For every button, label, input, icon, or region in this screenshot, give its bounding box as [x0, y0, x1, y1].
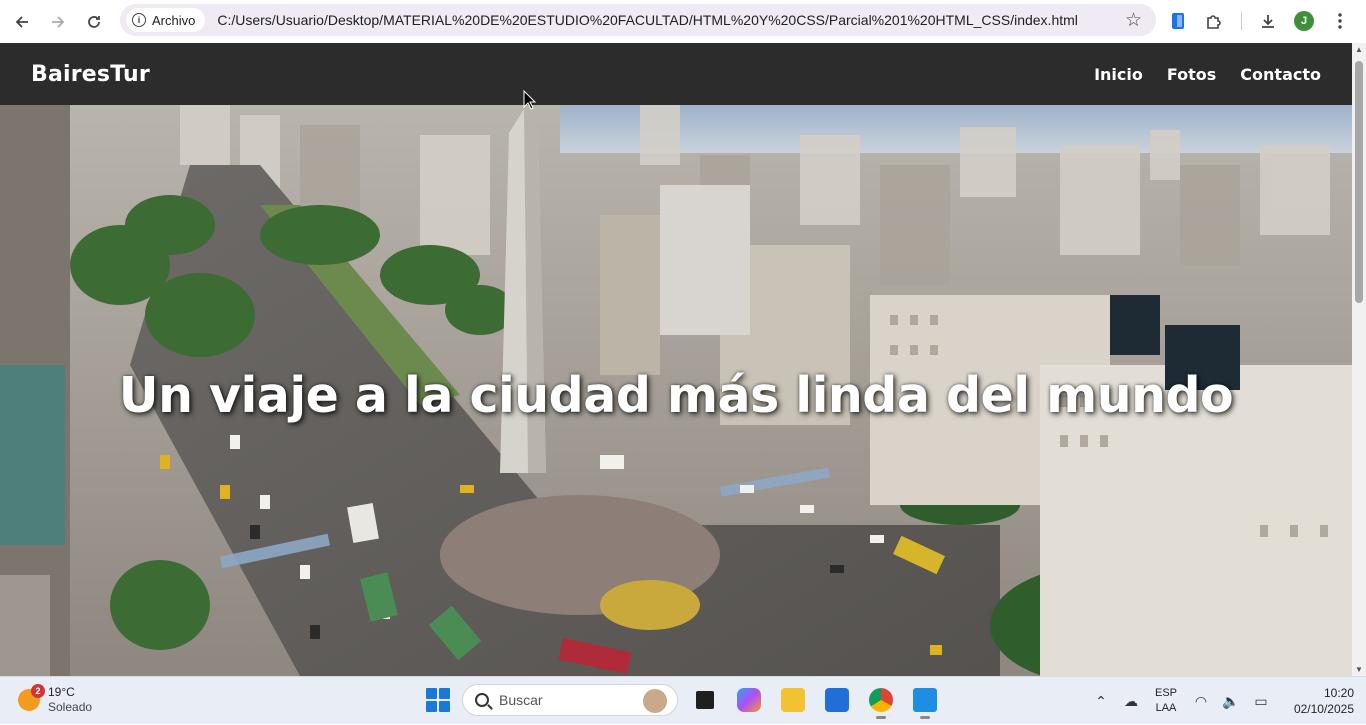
system-tray: ⌃ ☁ ESP LAA ◠ 🔈 ▭ 10:20 02/10/2025: [1086, 677, 1366, 725]
info-icon: i: [132, 13, 146, 27]
language-primary: ESP: [1154, 687, 1177, 699]
site-info-label: Archivo: [152, 12, 196, 28]
file-explorer-button[interactable]: [776, 683, 810, 717]
weather-description: Soleado: [48, 700, 93, 714]
weather-widget[interactable]: 2 19°C Soleado: [18, 684, 93, 715]
clock-date: 02/10/2025: [1293, 702, 1354, 716]
browser-menu-button[interactable]: [1322, 6, 1358, 36]
download-icon: [1262, 15, 1274, 28]
browser-actions: J: [1160, 6, 1358, 36]
url-text[interactable]: C:/Users/Usuario/Desktop/MATERIAL%20DE%2…: [217, 12, 1078, 28]
chrome-icon: [869, 688, 893, 712]
scrollbar-thumb[interactable]: [1355, 61, 1363, 303]
weather-temperature: 19°C: [48, 685, 75, 699]
nav-link-fotos[interactable]: Fotos: [1167, 65, 1216, 84]
wifi-icon[interactable]: ◠: [1186, 693, 1216, 710]
scroll-down-arrow-icon[interactable]: ▼: [1355, 665, 1363, 674]
nav-link-contacto[interactable]: Contacto: [1240, 65, 1321, 84]
site-info-chip[interactable]: i Archivo: [126, 8, 206, 32]
running-indicator: [920, 716, 930, 719]
page-viewport: BairesTur Inicio Fotos Contacto Un viaje…: [0, 43, 1352, 676]
reload-icon: [88, 15, 100, 28]
bookmark-star-icon[interactable]: ☆: [1125, 9, 1142, 32]
battery-icon[interactable]: ▭: [1246, 693, 1276, 710]
main-nav: Inicio Fotos Contacto: [1094, 65, 1321, 84]
back-button[interactable]: [4, 4, 40, 40]
store-icon: [825, 688, 849, 712]
onedrive-cloud-icon[interactable]: ☁: [1116, 693, 1146, 710]
brand-logo[interactable]: BairesTur: [31, 62, 150, 87]
system-clock[interactable]: 10:20 02/10/2025: [1276, 685, 1366, 717]
puzzle-icon: [1207, 15, 1221, 29]
taskbar-search-placeholder: Buscar: [499, 692, 543, 708]
profile-button[interactable]: J: [1286, 6, 1322, 36]
kebab-menu-icon: [1338, 13, 1342, 29]
hero-section: Un viaje a la ciudad más linda del mundo: [0, 105, 1352, 676]
reload-button[interactable]: [76, 4, 112, 40]
search-icon: [475, 693, 489, 707]
site-header: BairesTur Inicio Fotos Contacto: [0, 43, 1352, 105]
copilot-icon: [737, 688, 761, 712]
show-hidden-icons-chevron-icon[interactable]: ⌃: [1086, 693, 1116, 710]
toolbar-divider: [1232, 6, 1250, 36]
task-view-button[interactable]: [688, 683, 722, 717]
weather-notification-badge: 2: [31, 684, 45, 698]
reading-mode-icon: [1172, 13, 1184, 29]
forward-button[interactable]: [40, 4, 76, 40]
windows-start-icon[interactable]: [424, 686, 452, 714]
downloads-button[interactable]: [1250, 6, 1286, 36]
language-secondary: LAA: [1155, 702, 1177, 714]
input-language[interactable]: ESP LAA: [1146, 686, 1186, 716]
hero-title: Un viaje a la ciudad más linda del mundo: [118, 367, 1234, 424]
taskbar-search[interactable]: Buscar: [462, 684, 678, 716]
microsoft-store-button[interactable]: [820, 683, 854, 717]
vscode-button[interactable]: [908, 683, 942, 719]
sun-weather-icon: 2: [18, 684, 45, 711]
running-indicator: [876, 716, 886, 719]
profile-avatar: J: [1294, 11, 1314, 31]
reading-mode-button[interactable]: [1160, 6, 1196, 36]
page-scrollbar[interactable]: ▲ ▼: [1352, 43, 1366, 676]
address-bar[interactable]: i Archivo C:/Users/Usuario/Desktop/MATER…: [120, 4, 1156, 36]
task-view-icon: [696, 691, 714, 709]
volume-icon[interactable]: 🔈: [1216, 693, 1246, 710]
taskbar-apps: Buscar: [424, 683, 942, 719]
copilot-button[interactable]: [732, 683, 766, 717]
arrow-right-icon: [52, 15, 65, 28]
nav-link-inicio[interactable]: Inicio: [1094, 65, 1143, 84]
mouse-cursor-icon: [523, 90, 537, 110]
search-highlight-icon: [643, 689, 667, 713]
chrome-button[interactable]: [864, 683, 898, 719]
vscode-icon: [913, 688, 937, 712]
browser-toolbar: i Archivo C:/Users/Usuario/Desktop/MATER…: [0, 0, 1366, 43]
folder-icon: [781, 688, 805, 712]
os-taskbar: 2 19°C Soleado Buscar ⌃ ☁ ESP LAA ◠ 🔈 ▭: [0, 676, 1366, 724]
arrow-left-icon: [15, 15, 28, 28]
scroll-up-arrow-icon[interactable]: ▲: [1355, 45, 1363, 54]
clock-time: 10:20: [1323, 686, 1354, 700]
extensions-button[interactable]: [1196, 6, 1232, 36]
